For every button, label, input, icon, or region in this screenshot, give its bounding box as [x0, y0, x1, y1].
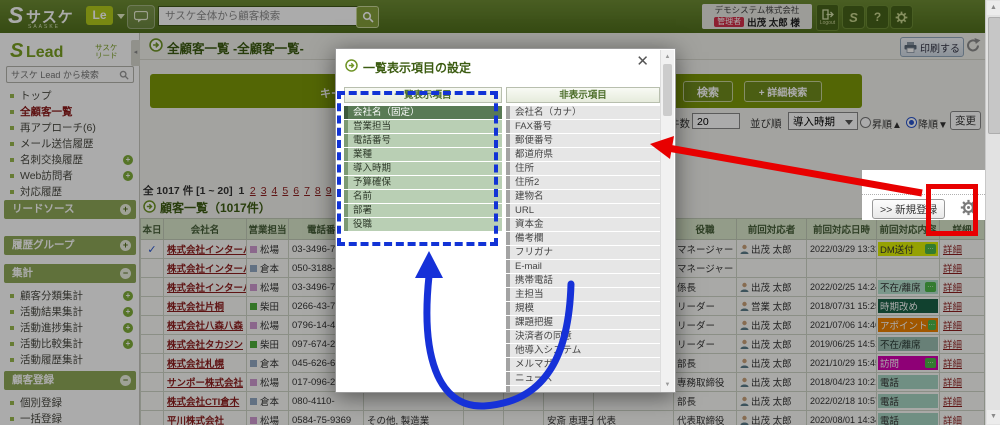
column-item-hidden[interactable]: フリガナ: [506, 246, 660, 259]
modal-scrollbar[interactable]: ▲ ▼: [660, 50, 674, 392]
column-item-hidden[interactable]: 都道府県: [506, 148, 660, 161]
column-item-hidden[interactable]: [506, 386, 660, 393]
page-scrollbar[interactable]: ▲ ▼: [985, 0, 1000, 425]
column-item-hidden[interactable]: メルマガ: [506, 358, 660, 371]
scrollbar-thumb[interactable]: [663, 64, 672, 116]
modal-title-icon: [345, 59, 358, 72]
column-item-hidden[interactable]: URL: [506, 204, 660, 217]
column-item-hidden[interactable]: 課題把握: [506, 316, 660, 329]
column-item-hidden[interactable]: 決済者の同意: [506, 330, 660, 343]
column-item-hidden[interactable]: 主担当: [506, 288, 660, 301]
column-item-hidden[interactable]: 住所2: [506, 176, 660, 189]
column-item-hidden[interactable]: ニュース: [506, 372, 660, 385]
column-item-hidden[interactable]: FAX番号: [506, 120, 660, 133]
column-item-hidden[interactable]: 会社名（カナ）: [506, 106, 660, 119]
column-item-hidden[interactable]: 規模: [506, 302, 660, 315]
close-icon[interactable]: ✕: [636, 52, 649, 70]
scrollbar-thumb[interactable]: [988, 17, 1000, 134]
modal-title: 一覧表示項目の設定: [363, 59, 471, 76]
scroll-down-icon[interactable]: ▼: [661, 379, 674, 391]
annotation-dashed-box: [337, 91, 498, 246]
column-item-hidden[interactable]: 資本金: [506, 218, 660, 231]
column-item-hidden[interactable]: 他導入システム: [506, 344, 660, 357]
scroll-down-icon[interactable]: ▼: [987, 410, 1000, 424]
column-item-hidden[interactable]: 住所: [506, 162, 660, 175]
annotation-gear-highlight: [926, 184, 978, 236]
column-item-hidden[interactable]: 建物名: [506, 190, 660, 203]
scroll-up-icon[interactable]: ▲: [987, 1, 1000, 15]
scroll-up-icon[interactable]: ▲: [661, 51, 674, 63]
column-item-hidden[interactable]: E-mail: [506, 260, 660, 273]
hidden-items-header: 非表示項目: [506, 87, 660, 103]
column-item-hidden[interactable]: 携帯電話: [506, 274, 660, 287]
column-item-hidden[interactable]: 郵便番号: [506, 134, 660, 147]
app-window: S サスケ SAASKE Le サスケ全体から顧客検索 デモシステム株式会社 管…: [0, 0, 1000, 425]
hidden-items-list: 会社名（カナ）FAX番号郵便番号都道府県住所住所2建物名URL資本金備考欄フリガ…: [506, 106, 660, 393]
column-item-hidden[interactable]: 備考欄: [506, 232, 660, 245]
